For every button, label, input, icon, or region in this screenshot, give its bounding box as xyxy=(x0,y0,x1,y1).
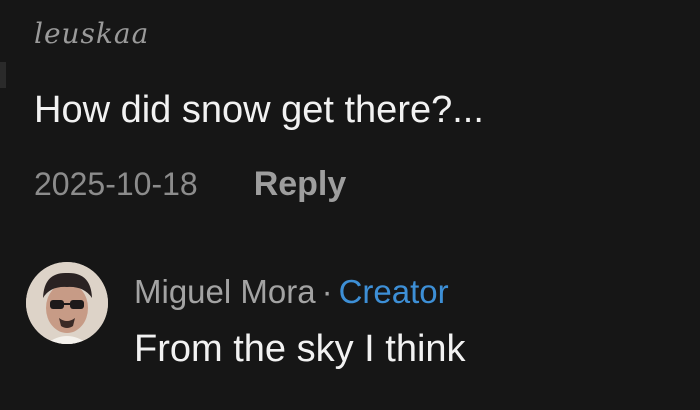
creator-badge: Creator xyxy=(338,273,449,310)
separator-dot: · xyxy=(321,273,333,310)
reply-text: From the sky I think xyxy=(134,328,466,370)
comment: leuskaa How did snow get there?... 2025-… xyxy=(34,14,484,204)
comment-text: How did snow get there?... xyxy=(34,89,484,131)
comment-meta: 2025-10-18 Reply xyxy=(34,164,484,204)
reply-author[interactable]: Miguel Mora xyxy=(134,273,316,310)
reply-button[interactable]: Reply xyxy=(254,164,347,204)
reply-body: Miguel Mora · Creator From the sky I think xyxy=(134,270,466,372)
avatar[interactable] xyxy=(26,262,108,344)
left-edge-indicator xyxy=(0,62,6,88)
comment-date: 2025-10-18 xyxy=(34,166,198,202)
comment-username[interactable]: leuskaa xyxy=(34,14,484,54)
avatar-image xyxy=(26,262,108,344)
reply-header: Miguel Mora · Creator xyxy=(134,270,466,314)
